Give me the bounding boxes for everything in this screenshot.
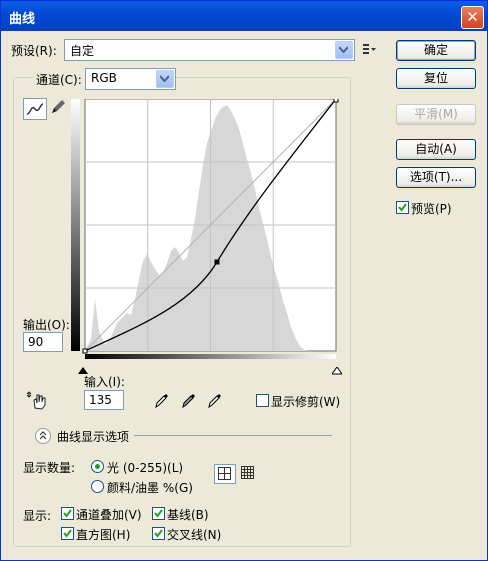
options-button[interactable]: 选项(T)... (396, 167, 476, 188)
grid-4-button[interactable] (214, 464, 236, 484)
output-gradient-bar (71, 99, 80, 351)
curves-dialog: 曲线 ✕ 预设(R): 自定 确定 复位 平滑(M) 自动(A) 选项(T)..… (0, 0, 488, 561)
show-clipping-label: 显示修剪(W) (271, 395, 341, 409)
input-field[interactable]: 135 (84, 390, 124, 410)
input-label: 输入(I): (84, 375, 125, 389)
input-gradient-bar (85, 354, 336, 359)
curve-endpoint-black[interactable] (82, 348, 88, 354)
preset-menu-icon[interactable] (363, 43, 377, 57)
curve-graph[interactable] (71, 99, 339, 359)
preset-value: 自定 (70, 44, 95, 58)
curve-endpoint-white[interactable] (333, 99, 339, 103)
curve-tool-button[interactable] (23, 98, 47, 120)
preset-label: 预设(R): (11, 44, 57, 58)
light-radio[interactable] (91, 460, 104, 473)
section-divider (134, 435, 332, 436)
curve-point[interactable] (214, 259, 220, 265)
output-label: 输出(O): (23, 318, 70, 332)
histogram-checkbox[interactable] (61, 527, 74, 540)
title-bar[interactable]: 曲线 ✕ (1, 1, 487, 31)
channel-value: RGB (91, 71, 117, 85)
smooth-button[interactable]: 平滑(M) (396, 104, 476, 125)
output-value: 90 (28, 335, 44, 349)
window-title: 曲线 (9, 12, 36, 27)
pigment-radio[interactable] (91, 480, 104, 493)
pencil-icon[interactable] (49, 98, 67, 116)
channel-overlay-checkbox[interactable] (61, 507, 74, 520)
show-amount-label: 显示数量: (23, 461, 76, 475)
ok-button[interactable]: 确定 (396, 40, 476, 61)
pigment-radio-label: 颜料/油墨 %(G) (107, 481, 193, 495)
preview-label: 预览(P) (411, 202, 452, 216)
hand-adjust-icon[interactable] (26, 390, 48, 410)
black-eyedropper-icon[interactable] (154, 392, 170, 411)
white-point-slider[interactable] (331, 364, 343, 378)
preset-select[interactable]: 自定 (64, 39, 355, 61)
show-label: 显示: (23, 509, 52, 523)
reset-button[interactable]: 复位 (396, 68, 476, 89)
grid-4-icon (218, 467, 231, 483)
intersection-label: 交叉线(N) (167, 528, 222, 542)
baseline-checkbox[interactable] (152, 507, 165, 520)
preview-checkbox[interactable] (396, 201, 409, 214)
channel-overlay-label: 通道叠加(V) (76, 508, 142, 522)
auto-button[interactable]: 自动(A) (396, 139, 476, 160)
input-value: 135 (89, 393, 112, 407)
close-button[interactable]: ✕ (461, 6, 484, 29)
channel-label: 通道(C): (33, 71, 85, 88)
histogram-label: 直方图(H) (76, 528, 131, 542)
light-radio-label: 光 (0-255)(L) (107, 461, 184, 475)
output-field[interactable]: 90 (23, 332, 63, 352)
white-eyedropper-icon[interactable] (207, 392, 223, 411)
chevron-down-icon (335, 41, 353, 59)
curve-tool-icon (26, 101, 44, 120)
expand-icon[interactable] (35, 428, 51, 444)
gray-eyedropper-icon[interactable] (181, 392, 197, 411)
baseline-label: 基线(B) (167, 508, 209, 522)
show-clipping-checkbox[interactable] (256, 394, 269, 407)
grid-10-icon[interactable] (241, 466, 254, 482)
channel-select[interactable]: RGB (85, 68, 176, 90)
curve-options-label: 曲线显示选项 (57, 430, 130, 444)
chevron-down-icon (156, 70, 174, 88)
intersection-checkbox[interactable] (152, 527, 165, 540)
